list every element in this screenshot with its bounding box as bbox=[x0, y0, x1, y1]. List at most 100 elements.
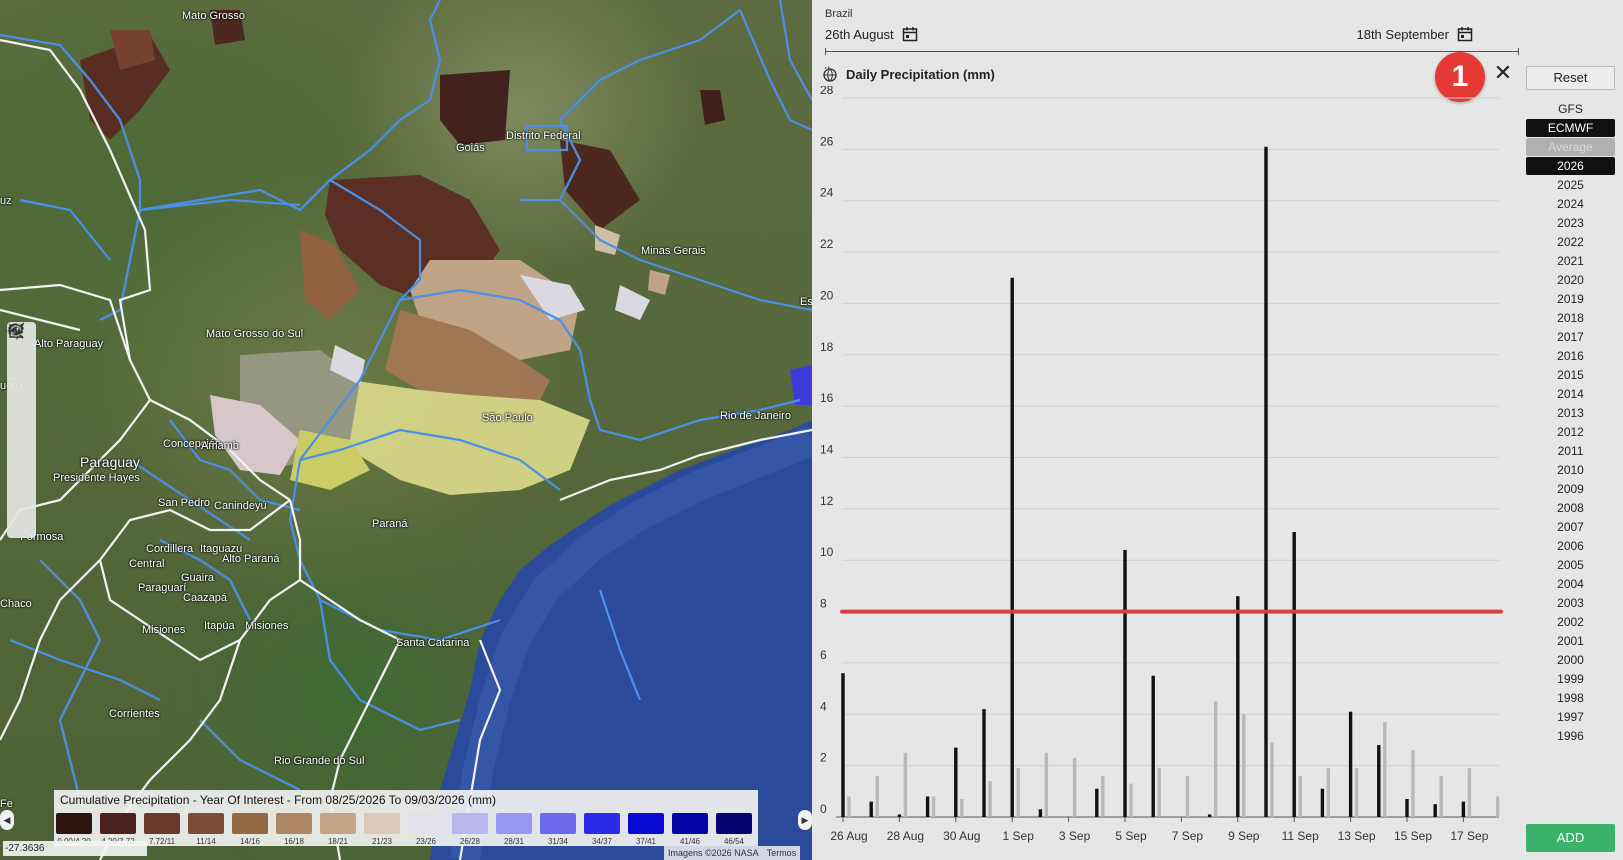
year-option[interactable]: 1996 bbox=[1526, 727, 1615, 745]
attribution-terms-link[interactable]: Termos bbox=[763, 846, 801, 860]
year-bar[interactable] bbox=[1433, 804, 1437, 817]
year-option[interactable]: 2026 bbox=[1526, 157, 1615, 175]
comparison-bar[interactable] bbox=[1016, 768, 1020, 817]
year-bar[interactable] bbox=[1461, 801, 1466, 817]
x-tick-label: 13 Sep bbox=[1338, 829, 1376, 843]
year-option[interactable]: 2004 bbox=[1526, 575, 1615, 593]
year-bar[interactable] bbox=[1095, 788, 1099, 817]
year-bar[interactable] bbox=[1377, 745, 1381, 817]
year-option[interactable]: 2007 bbox=[1526, 518, 1615, 536]
year-bar[interactable] bbox=[1320, 788, 1325, 817]
comparison-bar[interactable] bbox=[1439, 775, 1443, 817]
comparison-bar[interactable] bbox=[1383, 721, 1387, 817]
comparison-bar[interactable] bbox=[1157, 768, 1161, 817]
comparison-bar[interactable] bbox=[1129, 783, 1133, 817]
model-option-ecmwf[interactable]: ECMWF bbox=[1526, 119, 1615, 137]
panel-toggle-button[interactable]: ▶ bbox=[798, 810, 812, 830]
year-bar[interactable] bbox=[925, 796, 930, 817]
comparison-bar[interactable] bbox=[1411, 750, 1415, 817]
draw-icon[interactable] bbox=[8, 327, 34, 537]
date-range-slider[interactable] bbox=[825, 48, 1519, 55]
search-icon[interactable] bbox=[8, 323, 34, 457]
year-option[interactable]: 1998 bbox=[1526, 689, 1615, 707]
end-date-picker[interactable]: 18th September bbox=[1356, 26, 1473, 42]
locate-icon[interactable] bbox=[7, 322, 34, 431]
year-option[interactable]: 2023 bbox=[1526, 214, 1615, 232]
year-option[interactable]: 2012 bbox=[1526, 423, 1615, 441]
year-bar[interactable] bbox=[1038, 809, 1043, 817]
year-bar[interactable] bbox=[1264, 146, 1268, 817]
comparison-bar[interactable] bbox=[988, 781, 992, 817]
map-view[interactable]: Mato Grosso Goiás Distrito Federal Minas… bbox=[0, 0, 812, 860]
year-option[interactable]: 2002 bbox=[1526, 613, 1615, 631]
year-option[interactable]: 2018 bbox=[1526, 309, 1615, 327]
comparison-bar[interactable] bbox=[1270, 742, 1274, 817]
model-option-gfs[interactable]: GFS bbox=[1526, 100, 1615, 118]
comparison-bar[interactable] bbox=[847, 796, 851, 817]
year-option[interactable]: 2009 bbox=[1526, 480, 1615, 498]
year-bar[interactable] bbox=[982, 709, 986, 817]
comparison-bar[interactable] bbox=[1467, 768, 1472, 817]
target-icon[interactable] bbox=[10, 325, 34, 510]
year-option[interactable]: 2011 bbox=[1526, 442, 1615, 460]
year-bar[interactable] bbox=[1207, 814, 1212, 817]
year-option[interactable]: 2022 bbox=[1526, 233, 1615, 251]
comparison-bar[interactable] bbox=[903, 752, 908, 817]
year-bar[interactable] bbox=[1236, 596, 1240, 817]
year-bar[interactable] bbox=[897, 814, 902, 817]
year-bar[interactable] bbox=[841, 673, 845, 817]
year-option[interactable]: 2013 bbox=[1526, 404, 1615, 422]
year-option[interactable]: 2015 bbox=[1526, 366, 1615, 384]
year-option[interactable]: 2001 bbox=[1526, 632, 1615, 650]
year-bar[interactable] bbox=[1292, 531, 1296, 817]
year-option[interactable]: 1999 bbox=[1526, 670, 1615, 688]
year-option[interactable]: 2019 bbox=[1526, 290, 1615, 308]
comparison-bar[interactable] bbox=[1185, 775, 1190, 817]
start-date-picker[interactable]: 26th August bbox=[825, 26, 918, 42]
year-bar[interactable] bbox=[954, 747, 958, 817]
year-bar[interactable] bbox=[1348, 711, 1353, 817]
year-bar[interactable] bbox=[1123, 549, 1127, 817]
model-option-average[interactable]: Average bbox=[1526, 138, 1615, 156]
comparison-bar[interactable] bbox=[1242, 714, 1246, 817]
comparison-bar[interactable] bbox=[1072, 757, 1077, 817]
year-option[interactable]: 2016 bbox=[1526, 347, 1615, 365]
year-option[interactable]: 2021 bbox=[1526, 252, 1615, 270]
calendar-icon[interactable] bbox=[1457, 26, 1473, 42]
year-option[interactable]: 2014 bbox=[1526, 385, 1615, 403]
measure-icon[interactable] bbox=[9, 324, 34, 484]
year-option[interactable]: 2020 bbox=[1526, 271, 1615, 289]
comparison-bar[interactable] bbox=[875, 775, 879, 817]
year-bar[interactable] bbox=[1405, 799, 1409, 817]
comparison-bar[interactable] bbox=[1495, 796, 1500, 817]
year-bar[interactable] bbox=[869, 801, 873, 817]
year-option[interactable]: 2008 bbox=[1526, 499, 1615, 517]
year-option[interactable]: 2000 bbox=[1526, 651, 1615, 669]
year-option[interactable]: 2010 bbox=[1526, 461, 1615, 479]
map-scroll-left-button[interactable]: ◀ bbox=[0, 810, 14, 830]
calendar-icon[interactable] bbox=[902, 26, 918, 42]
region-label: Brazil bbox=[825, 8, 853, 20]
zoom-out-icon[interactable] bbox=[8, 323, 34, 404]
close-chart-button[interactable]: ✕ bbox=[1492, 62, 1514, 84]
reset-button[interactable]: Reset bbox=[1526, 66, 1615, 90]
year-option[interactable]: 2025 bbox=[1526, 176, 1615, 194]
year-bar[interactable] bbox=[1151, 675, 1155, 817]
comparison-bar[interactable] bbox=[1298, 775, 1302, 817]
comparison-bar[interactable] bbox=[960, 799, 964, 817]
comparison-bar[interactable] bbox=[1101, 775, 1105, 817]
comparison-bar[interactable] bbox=[1326, 768, 1331, 817]
year-option[interactable]: 2006 bbox=[1526, 537, 1615, 555]
year-option[interactable]: 2005 bbox=[1526, 556, 1615, 574]
year-option[interactable]: 2017 bbox=[1526, 328, 1615, 346]
comparison-bar[interactable] bbox=[1213, 701, 1218, 817]
year-option[interactable]: 2024 bbox=[1526, 195, 1615, 213]
comparison-bar[interactable] bbox=[1044, 752, 1049, 817]
year-option[interactable]: 1997 bbox=[1526, 708, 1615, 726]
comparison-bar[interactable] bbox=[931, 796, 936, 817]
year-bar[interactable] bbox=[1010, 277, 1014, 817]
comparison-bar[interactable] bbox=[1354, 768, 1359, 817]
zoom-in-icon[interactable] bbox=[8, 323, 34, 378]
year-option[interactable]: 2003 bbox=[1526, 594, 1615, 612]
add-button[interactable]: ADD bbox=[1526, 824, 1615, 852]
